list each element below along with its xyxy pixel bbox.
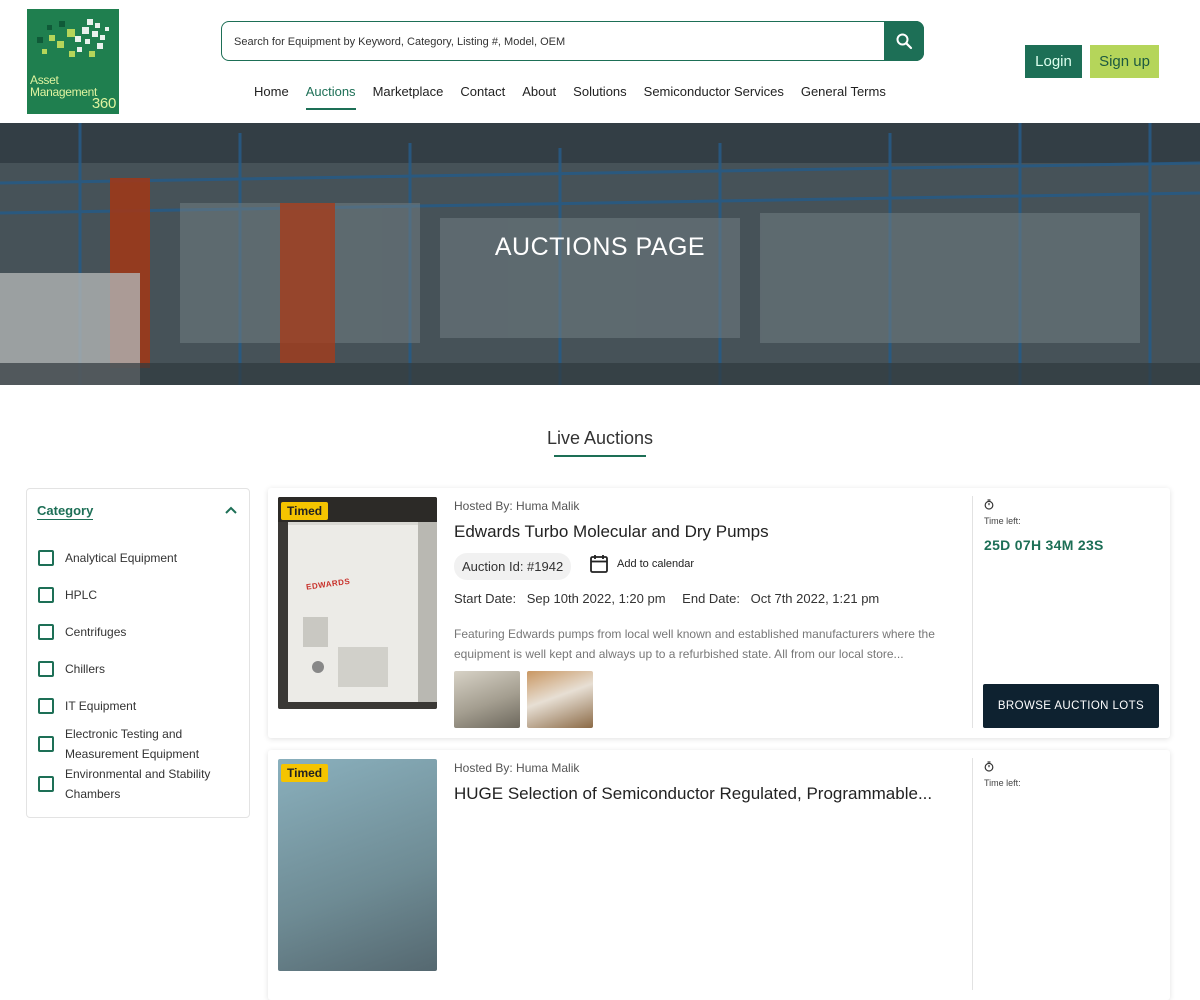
category-label: Analytical Equipment	[65, 550, 178, 565]
hero-banner: AUCTIONS PAGE	[0, 123, 1200, 385]
category-item-electronic-testing[interactable]: Electronic Testing and Measurement Equip…	[38, 724, 243, 764]
category-item-environmental-chambers[interactable]: Environmental and Stability Chambers	[38, 764, 243, 804]
category-label: Electronic Testing and Measurement Equip…	[65, 727, 200, 761]
site-header: Asset Management 360 Home Auctions Marke…	[0, 0, 1200, 123]
category-label: Environmental and Stability Chambers	[65, 767, 211, 801]
checkbox[interactable]	[38, 549, 54, 566]
section-underline	[554, 455, 646, 457]
auction-description: Featuring Edwards pumps from local well …	[454, 627, 935, 661]
time-left-label: Time left:	[984, 778, 1021, 788]
gallery-thumbnail[interactable]	[527, 671, 593, 728]
checkbox[interactable]	[38, 776, 54, 792]
pump-image	[278, 497, 437, 709]
calendar-label: Add to calendar	[617, 557, 695, 570]
search-input[interactable]	[234, 31, 884, 53]
end-date-label: End Date:	[682, 591, 740, 606]
nav-auctions[interactable]: Auctions	[305, 84, 356, 110]
stopwatch-icon	[984, 497, 994, 515]
category-item-it-equipment[interactable]: IT Equipment	[38, 687, 243, 724]
time-left-value: 25D 07H 34M 23S	[984, 537, 1104, 553]
section-title: Live Auctions	[546, 428, 654, 448]
auction-card: EDWARDS Timed Hosted By: Huma Malik Edwa…	[268, 488, 1170, 738]
checkbox[interactable]	[38, 697, 54, 714]
auction-title[interactable]: HUGE Selection of Semiconductor Regulate…	[454, 784, 954, 804]
logo[interactable]: Asset Management 360	[27, 9, 119, 114]
start-date: Sep 10th 2022, 1:20 pm	[526, 591, 666, 606]
category-label: HPLC	[65, 587, 98, 602]
category-item-hplc[interactable]: HPLC	[38, 576, 243, 613]
timed-badge: Timed	[281, 502, 329, 520]
login-button[interactable]: Login	[1025, 45, 1082, 78]
logo-line-3: 360	[91, 95, 116, 112]
time-left-label: Time left:	[984, 516, 1021, 526]
add-to-calendar[interactable]: Add to calendar	[590, 554, 694, 573]
nav-solutions[interactable]: Solutions	[573, 84, 626, 110]
signup-button[interactable]: Sign up	[1090, 45, 1159, 78]
auction-id: Auction Id: #1942	[454, 553, 572, 580]
auction-title[interactable]: Edwards Turbo Molecular and Dry Pumps	[454, 522, 954, 542]
search-icon	[896, 33, 913, 50]
search-button[interactable]	[884, 21, 924, 61]
category-item-chillers[interactable]: Chillers	[38, 650, 243, 687]
gallery-thumbnail[interactable]	[454, 671, 520, 728]
category-label: IT Equipment	[65, 698, 137, 713]
category-label: Chillers	[65, 661, 106, 676]
nav-general-terms[interactable]: General Terms	[801, 84, 886, 110]
browse-auction-lots-button[interactable]: BROWSE AUCTION LOTS	[983, 684, 1159, 728]
nav-marketplace[interactable]: Marketplace	[373, 84, 444, 110]
nav-contact[interactable]: Contact	[460, 84, 505, 110]
auction-image[interactable]: Timed	[278, 759, 437, 971]
timed-badge: Timed	[281, 764, 329, 782]
hosted-by: Hosted By: Huma Malik	[454, 499, 580, 513]
category-item-centrifuges[interactable]: Centrifuges	[38, 613, 243, 650]
divider	[972, 758, 973, 990]
checkbox[interactable]	[38, 660, 54, 677]
category-list: Analytical Equipment HPLC Centrifuges Ch…	[38, 539, 243, 804]
auction-dates: Start Date: Sep 10th 2022, 1:20 pm End D…	[454, 591, 892, 606]
search-bar	[221, 21, 924, 61]
end-date: Oct 7th 2022, 1:21 pm	[750, 591, 880, 606]
nav-about[interactable]: About	[522, 84, 556, 110]
chevron-up-icon[interactable]	[225, 503, 237, 521]
checkbox[interactable]	[38, 586, 54, 603]
nav-semiconductor-services[interactable]: Semiconductor Services	[644, 84, 784, 110]
category-title: Category	[37, 503, 94, 520]
nav-home[interactable]: Home	[254, 84, 289, 110]
hero-title: AUCTIONS PAGE	[494, 233, 706, 261]
category-label: Centrifuges	[65, 624, 127, 639]
main-nav: Home Auctions Marketplace Contact About …	[254, 84, 903, 110]
auction-image[interactable]: EDWARDS Timed	[278, 497, 437, 709]
category-item-analytical-equipment[interactable]: Analytical Equipment	[38, 539, 243, 576]
checkbox[interactable]	[38, 736, 54, 752]
hosted-by: Hosted By: Huma Malik	[454, 761, 580, 775]
stopwatch-icon	[984, 759, 994, 777]
auction-card: Timed Hosted By: Huma Malik HUGE Selecti…	[268, 750, 1170, 1000]
checkbox[interactable]	[38, 623, 54, 640]
calendar-icon	[590, 555, 608, 573]
start-date-label: Start Date:	[454, 591, 517, 606]
category-filter: Category Analytical Equipment HPLC Centr…	[26, 488, 250, 818]
divider	[972, 496, 973, 728]
logo-text: Asset Management 360	[30, 74, 118, 112]
